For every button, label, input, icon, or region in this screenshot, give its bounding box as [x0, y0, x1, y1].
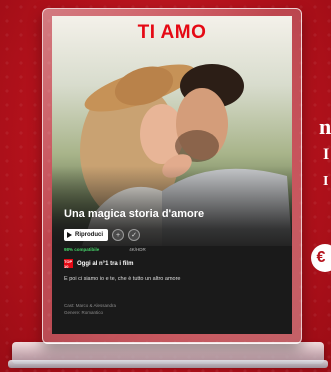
thumbs-up-icon[interactable]: ✓ — [128, 229, 140, 241]
side-text-3: I — [323, 174, 329, 189]
cast-line: Cast: Marco & Alessandra — [64, 303, 117, 308]
plus-icon[interactable]: + — [112, 229, 124, 241]
rank-text: Oggi al n°1 tra i film — [77, 260, 134, 267]
movie-card: TI AMO Una magica storia d'amore Riprodu… — [52, 16, 292, 334]
quality-badge: 4K/HDR — [129, 247, 146, 252]
play-icon — [67, 232, 72, 238]
stand-base-front — [8, 360, 328, 368]
top10-badge: TOP 10 — [64, 258, 73, 269]
side-text-1: n — [319, 114, 331, 139]
play-label: Riproduci — [75, 232, 103, 238]
side-text-2: I — [323, 146, 330, 163]
price-badge: € — [311, 244, 331, 272]
rank-row: TOP 10 Oggi al n°1 tra i film — [64, 258, 134, 269]
movie-title: Una magica storia d'amore — [64, 208, 205, 220]
match-score: 98% compatibile — [64, 247, 100, 252]
play-button[interactable]: Riproduci — [64, 229, 108, 241]
genre-line: Genere: Romantico — [64, 310, 104, 315]
credits: Cast: Marco & Alessandra Genere: Romanti… — [64, 302, 116, 316]
brand-logo: TI AMO — [137, 22, 207, 43]
action-row: Riproduci + ✓ — [64, 229, 140, 241]
meta-row: 98% compatibile 4K/HDR — [64, 247, 146, 252]
description: E poi ci siamo io e te, che è tutto un a… — [64, 276, 181, 282]
